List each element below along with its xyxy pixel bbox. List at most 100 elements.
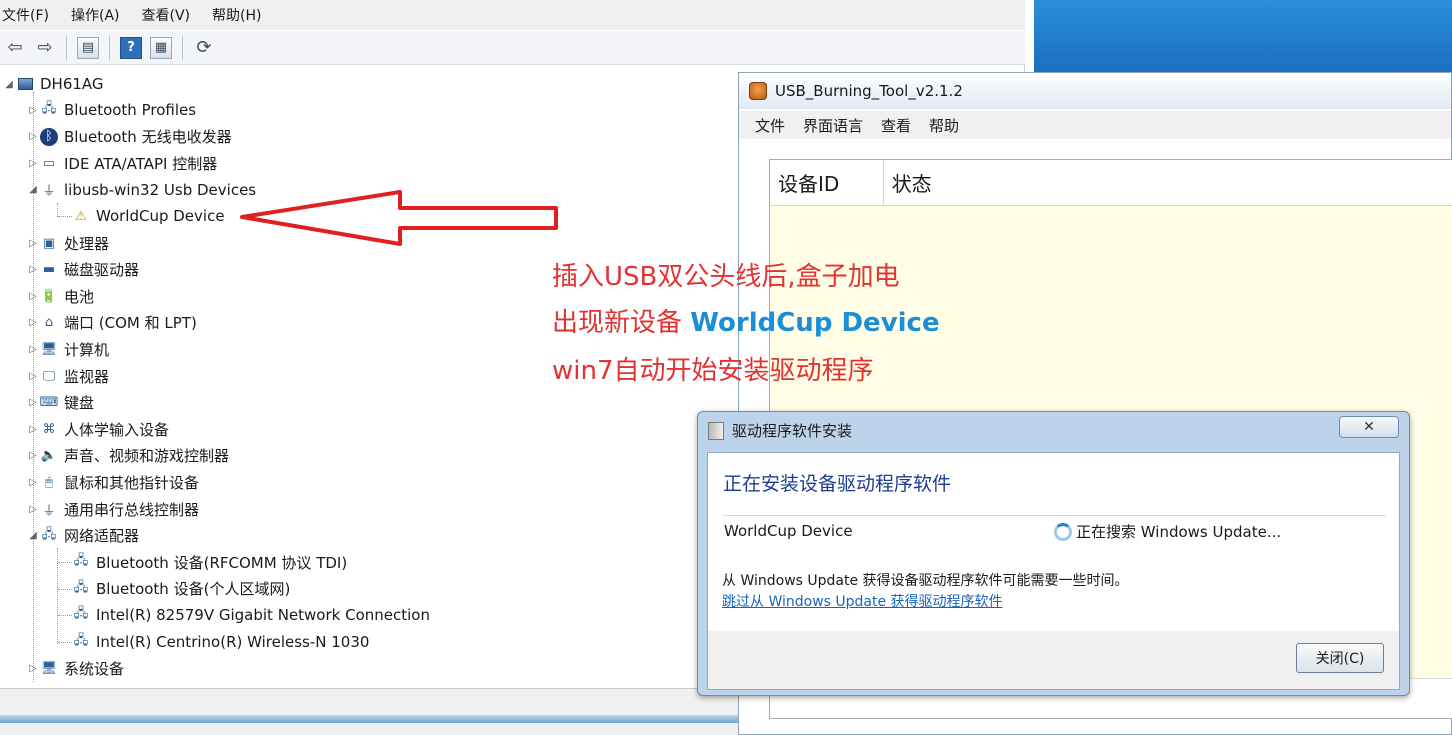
tree-device-item[interactable]: 🖧 Bluetooth 设备(个人区域网)	[58, 577, 291, 601]
hid-icon: ⌘	[42, 421, 56, 437]
tree-item-label: 监视器	[64, 367, 110, 386]
processor-icon: ▣	[42, 235, 56, 251]
tree-item-label: 声音、视频和游戏控制器	[64, 447, 230, 466]
computer-icon	[16, 75, 34, 93]
column-status[interactable]: 状态	[884, 160, 1452, 205]
tree-item-label: 网络适配器	[64, 527, 140, 546]
usb-menu-view[interactable]: 查看	[881, 115, 911, 136]
collapse-icon[interactable]: ◢	[26, 530, 40, 541]
expand-icon[interactable]: ▷	[26, 663, 40, 674]
usb-menu-language[interactable]: 界面语言	[803, 115, 863, 136]
tree-guide-line	[58, 588, 72, 590]
expand-icon[interactable]: ▷	[26, 131, 40, 142]
tree-root-label: DH61AG	[40, 75, 104, 93]
expand-icon[interactable]: ▷	[26, 344, 40, 355]
keyboard-icon: ⌨	[39, 395, 59, 411]
network-adapter-icon: 🖧	[73, 633, 89, 648]
annotation-line-2: 出现新设备 WorldCup Device	[552, 302, 940, 339]
tree-category-item[interactable]: ▷ ⌂ 端口 (COM 和 LPT)	[26, 311, 197, 335]
expand-icon[interactable]: ▷	[26, 291, 40, 302]
expand-icon[interactable]: ▷	[26, 105, 40, 116]
device-list-header: 设备ID 状态	[770, 160, 1452, 206]
tree-category-item[interactable]: ▷ ▭ IDE ATA/ATAPI 控制器	[26, 151, 217, 175]
usb-menu-file[interactable]: 文件	[755, 115, 785, 136]
tree-category-item[interactable]: ▷ 🖥 计算机	[26, 337, 109, 361]
tree-category-item[interactable]: ▷ ⌘ 人体学输入设备	[26, 417, 169, 441]
menu-help[interactable]: 帮助(H)	[212, 5, 261, 25]
tree-category-item[interactable]: ▷ 🖧 Bluetooth Profiles	[26, 98, 196, 122]
help-icon[interactable]: ?	[120, 36, 142, 59]
disk-drive-icon: ▬	[42, 262, 56, 278]
tree-category-item[interactable]: ▷ 🖱 鼠标和其他指针设备	[26, 470, 199, 494]
collapse-icon[interactable]: ◢	[26, 184, 40, 195]
expand-icon[interactable]: ▷	[26, 504, 40, 515]
expand-icon[interactable]: ▷	[26, 317, 40, 328]
tree-item-label: 鼠标和其他指针设备	[64, 473, 200, 492]
status-bar	[0, 688, 740, 735]
expand-icon[interactable]: ▷	[26, 450, 40, 461]
bluetooth-icon: ᛒ	[40, 127, 58, 146]
collapse-icon[interactable]: ◢	[2, 79, 16, 90]
expand-icon[interactable]: ▷	[26, 158, 40, 169]
expand-icon[interactable]: ▷	[26, 264, 40, 275]
tree-item-label: Intel(R) 82579V Gigabit Network Connecti…	[96, 606, 430, 625]
tree-category-item[interactable]: ▷ 🔋 电池	[26, 284, 94, 308]
menu-file[interactable]: 文件(F)	[2, 5, 49, 25]
expand-icon[interactable]: ▷	[26, 397, 40, 408]
tree-device-item[interactable]: 🖧 Intel(R) 82579V Gigabit Network Connect…	[58, 603, 430, 627]
expand-icon[interactable]: ▷	[26, 424, 40, 435]
tree-item-label: IDE ATA/ATAPI 控制器	[64, 154, 218, 173]
tree-category-item[interactable]: ◢ ⏚ libusb-win32 Usb Devices	[26, 178, 256, 202]
tree-item-label: 磁盘驱动器	[64, 261, 140, 280]
close-icon[interactable]: ✕	[1339, 416, 1399, 438]
toolbar: ⇦ ⇨ ▤ ? ▦ ⟳	[0, 31, 1025, 65]
tree-category-item[interactable]: ▷ 🖵 监视器	[26, 364, 109, 388]
scan-hardware-icon[interactable]: ⟳	[193, 37, 215, 59]
tree-category-item[interactable]: ▷ ⌨ 键盘	[26, 391, 94, 415]
app-icon	[749, 82, 767, 100]
back-arrow-icon[interactable]: ⇦	[4, 37, 26, 59]
column-device-id[interactable]: 设备ID	[770, 160, 884, 205]
properties-icon[interactable]: ▤	[77, 36, 99, 59]
network-adapter-icon: 🖧	[73, 579, 89, 595]
tree-category-item[interactable]: ▷ ᛒ Bluetooth 无线电收发器	[26, 125, 232, 149]
menu-action[interactable]: 操作(A)	[71, 5, 120, 25]
menu-view[interactable]: 查看(V)	[142, 5, 191, 25]
tree-item-label: 键盘	[64, 394, 95, 413]
tree-category-item[interactable]: ▷ 🔈 声音、视频和游戏控制器	[26, 444, 229, 468]
ide-controller-icon: ▭	[42, 155, 56, 171]
tree-item-label: 通用串行总线控制器	[64, 500, 200, 519]
toolbar-separator	[182, 35, 183, 60]
expand-icon[interactable]: ▷	[26, 371, 40, 382]
tree-device-item[interactable]: 🖧 Intel(R) Centrino(R) Wireless-N 1030	[58, 630, 370, 654]
tree-device-item[interactable]: 🖧 Bluetooth 设备(RFCOMM 协议 TDI)	[58, 550, 347, 574]
tree-item-label: 人体学输入设备	[64, 420, 170, 439]
tree-root[interactable]: ◢ DH61AG	[2, 72, 104, 96]
tree-category-item[interactable]: ▷ ▬ 磁盘驱动器	[26, 258, 139, 282]
port-icon: ⌂	[44, 315, 54, 331]
dialog-info: 从 Windows Update 获得设备驱动程序软件可能需要一些时间。	[722, 573, 1129, 589]
usb-menu-help[interactable]: 帮助	[929, 115, 959, 136]
forward-arrow-icon[interactable]: ⇨	[34, 37, 56, 59]
menu-bar: 文件(F) 操作(A) 查看(V) 帮助(H)	[0, 0, 1025, 30]
desktop-background	[1034, 0, 1452, 72]
close-button[interactable]: 关闭(C)	[1296, 643, 1384, 673]
tree-category-item[interactable]: ▷ 🖥 系统设备	[26, 657, 124, 681]
annotation-line-2-prefix: 出现新设备	[552, 308, 691, 338]
tree-category-item[interactable]: ▷ ▣ 处理器	[26, 231, 109, 255]
usb-tool-menu: 文件 界面语言 查看 帮助	[739, 111, 1451, 139]
usb-plug-icon: ⏚	[42, 503, 56, 519]
tree-category-item[interactable]: ▷ ⏚ 通用串行总线控制器	[26, 497, 199, 521]
driver-install-dialog: 驱动程序软件安装 ✕ 正在安装设备驱动程序软件 WorldCup Device …	[697, 411, 1410, 696]
tree-category-item[interactable]: ◢ 🖧 网络适配器	[26, 524, 139, 548]
tree-device-item[interactable]: ⚠ WorldCup Device	[58, 204, 224, 228]
expand-icon[interactable]: ▷	[26, 238, 40, 249]
dialog-device-name: WorldCup Device	[724, 522, 853, 540]
expand-icon[interactable]: ▷	[26, 477, 40, 488]
dialog-content: 正在安装设备驱动程序软件 WorldCup Device 正在搜索 Window…	[708, 453, 1399, 631]
skip-windows-update-link[interactable]: 跳过从 Windows Update 获得驱动程序软件	[722, 591, 1003, 611]
tree-item-label: 计算机	[64, 340, 110, 359]
show-hidden-icon[interactable]: ▦	[150, 36, 172, 59]
tree-guide-line	[58, 615, 72, 617]
annotation-line-3: win7自动开始安装驱动程序	[552, 356, 874, 386]
